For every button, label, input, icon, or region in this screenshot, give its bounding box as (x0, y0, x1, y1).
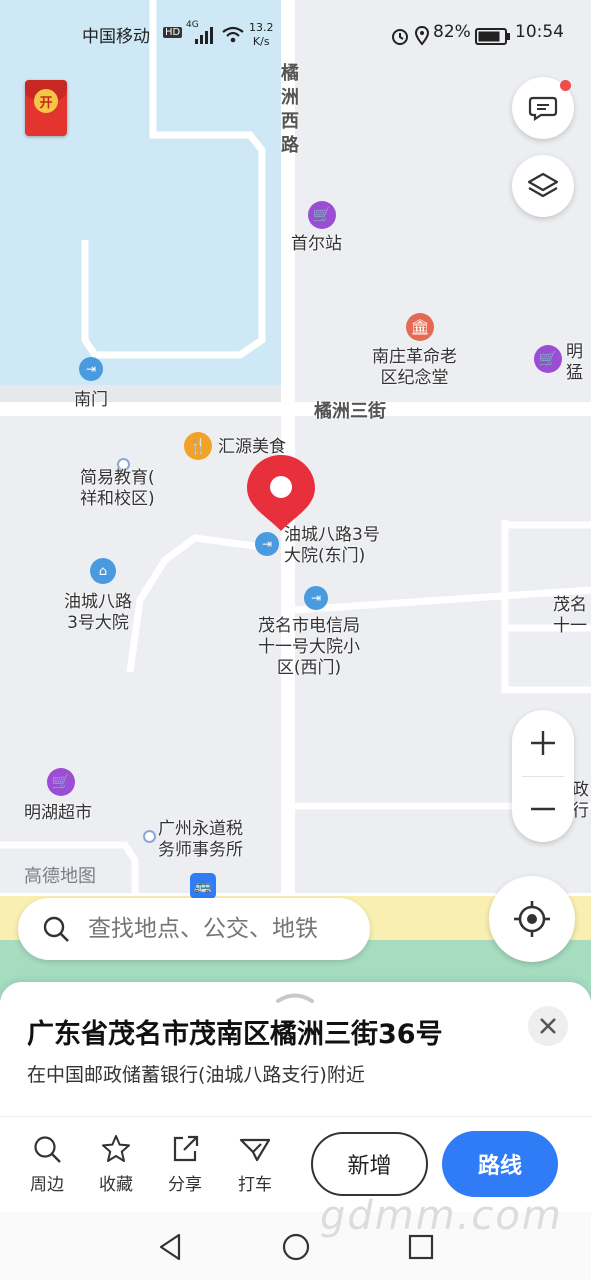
locate-me-button[interactable] (489, 876, 575, 962)
poi-label[interactable]: 广州永道税 务师事务所 (158, 819, 243, 861)
share-button[interactable]: 分享 (155, 1134, 215, 1195)
notification-dot (560, 80, 571, 91)
place-nearby: 在中国邮政储蓄银行(油城八路支行)附近 (27, 1064, 365, 1086)
entrance-icon[interactable]: ⇥ (304, 586, 328, 610)
poi-label[interactable]: 茂名 十一 (553, 595, 587, 637)
zoom-in-button[interactable] (512, 710, 574, 776)
back-icon[interactable] (156, 1232, 184, 1262)
carrier-label: 中国移动 (82, 27, 150, 47)
location-status-icon (414, 25, 430, 46)
taxi-button[interactable]: 打车 (225, 1134, 285, 1195)
location-pin-icon[interactable] (244, 453, 318, 535)
search-bar[interactable] (18, 898, 370, 960)
road-label-horizontal: 橘洲三街 (314, 401, 386, 422)
map-canvas[interactable]: 橘 洲 西 路 橘洲三街 🛒 首尔站 🏛 南庄革命老 区纪念堂 🛒 明 猛 ⇥ … (0, 0, 591, 1000)
poi-label[interactable]: 明 猛 (566, 342, 583, 384)
food-icon[interactable]: 🍴 (184, 432, 212, 460)
poi-label[interactable]: 明湖超市 (24, 803, 92, 824)
alarm-icon (392, 29, 408, 45)
poi-label[interactable]: 南门 (74, 390, 108, 411)
zoom-out-button[interactable] (512, 776, 574, 842)
shopping-cart-icon[interactable]: 🛒 (47, 768, 75, 796)
star-icon (102, 1135, 130, 1162)
crosshair-icon (514, 901, 550, 937)
signal-icon (195, 27, 213, 44)
hd-badge: HD (163, 27, 183, 38)
poi-label[interactable]: 油城八路 3号大院 (64, 592, 132, 634)
add-button[interactable]: 新增 (311, 1132, 428, 1196)
close-button[interactable] (528, 1006, 568, 1046)
route-button[interactable]: 路线 (442, 1131, 558, 1197)
red-packet-icon[interactable]: 开 (25, 80, 67, 136)
map-watermark: 高德地图 (24, 866, 96, 887)
zoom-control (512, 710, 574, 842)
nearby-button[interactable]: 周边 (17, 1134, 77, 1195)
dot-icon (143, 830, 156, 843)
battery-icon (475, 28, 510, 45)
net-speed: 13.2 K/s (249, 21, 274, 49)
favorite-label: 收藏 (99, 1175, 133, 1195)
poi-label[interactable]: 首尔站 (291, 234, 342, 255)
favorite-button[interactable]: 收藏 (86, 1134, 146, 1195)
search-icon (34, 1136, 61, 1163)
battery-percent: 82% (433, 22, 471, 42)
drag-handle-icon[interactable] (275, 990, 315, 1004)
close-icon (540, 1018, 556, 1034)
message-button[interactable] (512, 77, 574, 139)
poi-label[interactable]: 茂名市电信局 十一号大院小 区(西门) (258, 616, 360, 679)
monument-icon[interactable]: 🏛 (406, 313, 434, 341)
layers-icon (527, 172, 559, 198)
wifi-icon (222, 26, 244, 43)
place-address: 广东省茂名市茂南区橘洲三街36号 (27, 1019, 443, 1050)
home-icon[interactable] (281, 1232, 311, 1262)
taxi-icon (239, 1138, 271, 1162)
poi-label[interactable]: 简易教育( 祥和校区) (80, 468, 155, 510)
net-speed-value: 13.2 (249, 21, 274, 34)
residence-icon[interactable]: ⌂ (90, 558, 116, 584)
share-icon (173, 1135, 199, 1162)
plus-icon (531, 731, 555, 755)
search-icon (43, 916, 69, 942)
shopping-cart-icon[interactable]: 🛒 (534, 345, 562, 373)
net-speed-unit: K/s (252, 35, 270, 48)
taxi-label: 打车 (238, 1175, 272, 1195)
entrance-icon[interactable]: ⇥ (79, 357, 103, 381)
clock: 10:54 (515, 22, 564, 42)
red-packet-label: 开 (34, 89, 58, 113)
road-label-vertical: 橘 洲 西 路 (281, 63, 299, 156)
entrance-icon[interactable]: ⇥ (255, 532, 279, 556)
poi-label[interactable]: 政 行 (572, 780, 589, 822)
nearby-label: 周边 (30, 1175, 64, 1195)
bus-stop-icon[interactable]: 🚌 (190, 873, 216, 899)
layers-button[interactable] (512, 155, 574, 217)
minus-icon (531, 807, 555, 811)
share-label: 分享 (168, 1175, 202, 1195)
sheet-divider (0, 1116, 591, 1117)
shopping-cart-icon[interactable]: 🛒 (308, 201, 336, 229)
site-watermark: gdmm.com (320, 1193, 563, 1239)
message-icon (528, 96, 558, 121)
poi-label[interactable]: 南庄革命老 区纪念堂 (372, 347, 457, 389)
search-input[interactable] (86, 908, 360, 950)
